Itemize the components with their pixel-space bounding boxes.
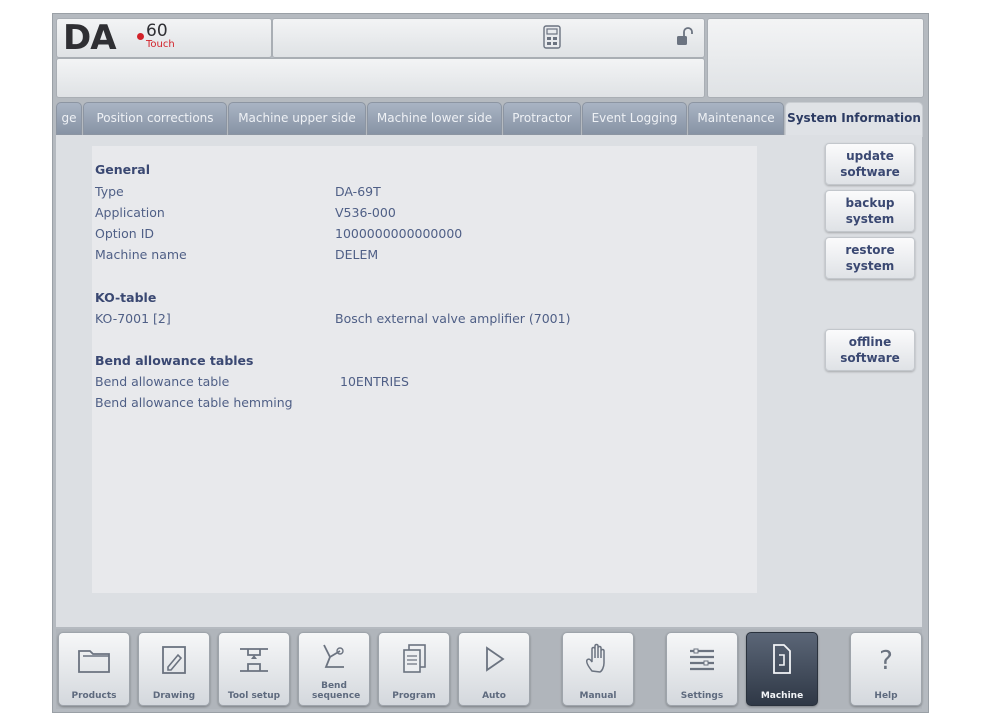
folder-icon (78, 650, 110, 673)
header-message-bar (56, 58, 705, 98)
nav-program-label: Program (392, 691, 436, 701)
machine-icon (773, 644, 791, 674)
nav-machine-label: Machine (760, 691, 804, 701)
ko-item-value: Bosch external valve amplifier (7001) (335, 311, 571, 326)
nav-tool-setup-button[interactable]: Tool setup (218, 632, 290, 706)
restore-system-line2: system (845, 259, 895, 273)
general-title: General (95, 162, 150, 177)
hand-icon (586, 643, 605, 673)
tab-system-information[interactable]: System Information (785, 102, 923, 137)
update-software-line2: software (840, 165, 900, 179)
nav-help-label: Help (874, 691, 898, 701)
nav-drawing-button[interactable]: Drawing (138, 632, 210, 706)
nav-bend-sequence-button[interactable]: Bend sequence (298, 632, 370, 706)
nav-settings-label: Settings (680, 691, 724, 701)
nav-manual-label: Manual (579, 691, 617, 701)
header-status-bar (272, 18, 705, 58)
tab-protractor[interactable]: Protractor (503, 102, 581, 135)
nav-bend-sequence-label: Bend sequence (312, 681, 361, 701)
tool-icon (240, 648, 268, 672)
ko-table-title: KO-table (95, 290, 157, 305)
ko-item-label: KO-7001 [2] (95, 311, 171, 326)
update-software-line1: update (846, 149, 894, 163)
logo-dot (137, 33, 144, 40)
backup-system-button[interactable]: backup system (825, 190, 915, 232)
nav-machine-button[interactable]: Machine (746, 632, 818, 706)
type-value: DA-69T (335, 184, 381, 199)
backup-system-line2: system (845, 212, 895, 226)
nav-program-button[interactable]: Program (378, 632, 450, 706)
nav-auto-button[interactable]: Auto (458, 632, 530, 706)
tab-maintenance[interactable]: Maintenance (688, 102, 784, 135)
brand-logo: DA 60 Touch (56, 18, 272, 58)
svg-text:?: ? (879, 646, 893, 676)
bend-table-hemming-label: Bend allowance table hemming (95, 395, 293, 410)
tab-machine-lower-side[interactable]: Machine lower side (367, 102, 502, 135)
header-info-panel (707, 18, 924, 98)
nav-help-button[interactable]: ? Help (850, 632, 922, 706)
nav-manual-button[interactable]: Manual (562, 632, 634, 706)
nav-settings-button[interactable]: Settings (666, 632, 738, 706)
logo-text: DA (63, 18, 117, 58)
bend-sequence-icon (323, 644, 344, 668)
option-id-value: 1000000000000000 (335, 226, 463, 241)
offline-software-line1: offline (848, 335, 892, 349)
pencil-icon (162, 646, 186, 674)
bend-table-label: Bend allowance table (95, 374, 230, 389)
offline-software-button[interactable]: offline software (825, 329, 915, 371)
tab-position-corrections[interactable]: Position corrections (83, 102, 227, 135)
tab-machine-upper-side[interactable]: Machine upper side (228, 102, 366, 135)
nav-drawing-label: Drawing (152, 691, 196, 701)
play-icon (486, 646, 505, 672)
help-icon: ? (879, 646, 893, 676)
nav-products-label: Products (71, 691, 117, 701)
logo-model: 60 (146, 21, 168, 41)
type-label: Type (95, 184, 124, 199)
backup-system-line1: backup (845, 196, 895, 210)
application-label: Application (95, 205, 165, 220)
machine-name-label: Machine name (95, 247, 187, 262)
machine-name-value: DELEM (335, 247, 379, 262)
settings-icon (690, 648, 714, 671)
logo-subtitle: Touch (146, 39, 175, 50)
update-software-button[interactable]: update software (825, 143, 915, 185)
offline-software-line2: software (840, 351, 900, 365)
calculator-icon[interactable] (543, 25, 561, 49)
restore-system-line1: restore (845, 243, 895, 257)
tab-bar: ge Position corrections Machine upper si… (56, 102, 923, 137)
restore-system-button[interactable]: restore system (825, 237, 915, 279)
bend-table-value: 10ENTRIES (340, 374, 409, 389)
option-id-label: Option ID (95, 226, 155, 241)
pages-icon (403, 644, 426, 673)
tab-truncated[interactable]: ge (56, 102, 82, 135)
bend-tables-title: Bend allowance tables (95, 353, 254, 368)
nav-tool-setup-label: Tool setup (227, 691, 281, 701)
nav-auto-label: Auto (482, 691, 506, 701)
application-value: V536-000 (335, 205, 396, 220)
nav-products-button[interactable]: Products (58, 632, 130, 706)
system-info-panel (92, 146, 757, 593)
tab-event-logging[interactable]: Event Logging (582, 102, 687, 135)
unlock-icon[interactable] (674, 27, 694, 47)
